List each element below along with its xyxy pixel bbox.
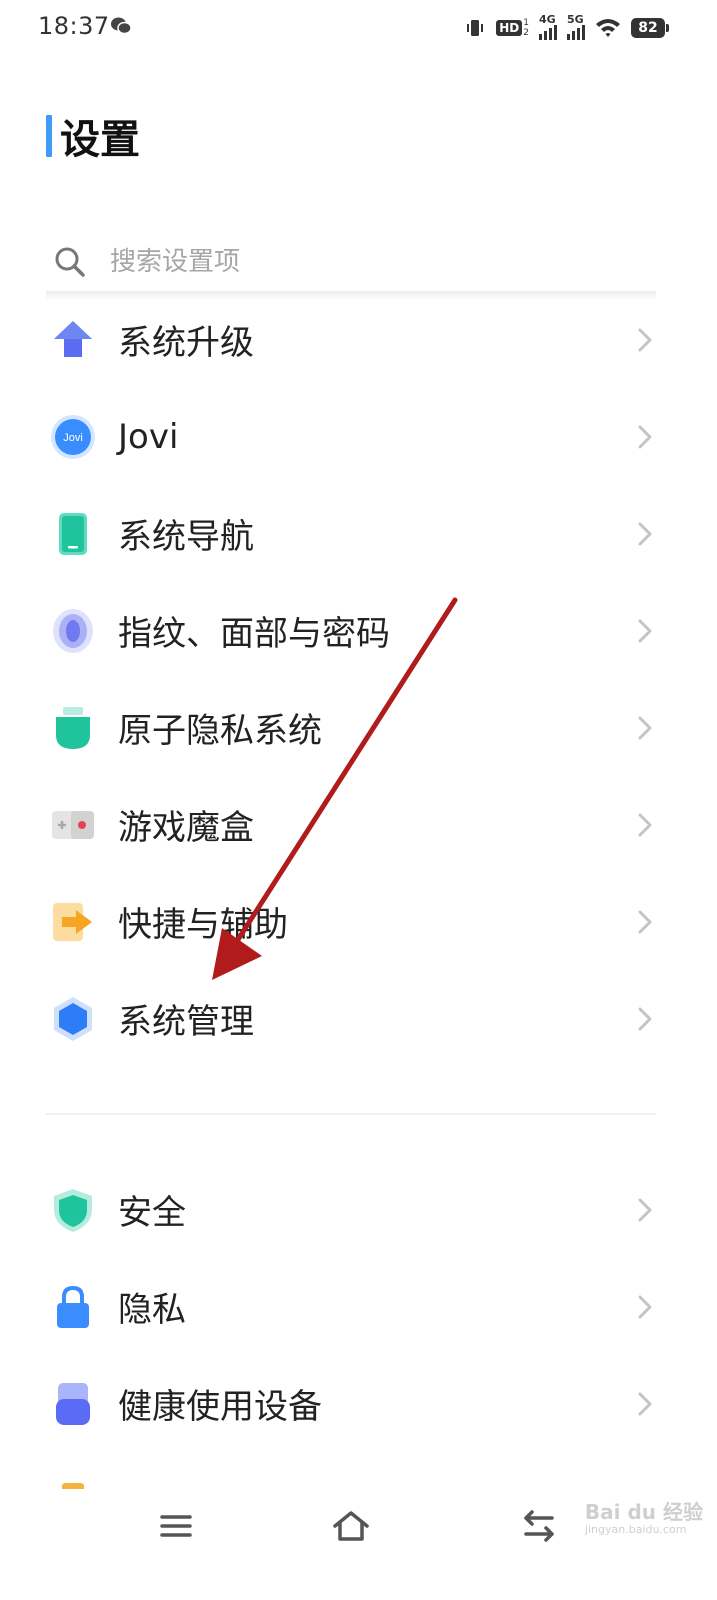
chevron-right-icon <box>638 910 652 933</box>
settings-item-label: 系统管理 <box>118 1002 254 1042</box>
shield-icon <box>50 1187 96 1233</box>
settings-item-label: 安全 <box>118 1193 186 1233</box>
settings-item-atomic-privacy[interactable]: 原子隐私系统 <box>0 679 717 776</box>
search-input[interactable] <box>110 247 590 277</box>
network-4g-label: 4G <box>539 12 556 26</box>
settings-item-label: 隐私 <box>118 1290 186 1330</box>
chevron-right-icon <box>638 1295 652 1318</box>
settings-item-jovi[interactable]: Jovi Jovi <box>0 388 717 485</box>
settings-item-label: 原子隐私系统 <box>118 711 322 751</box>
hexagon-icon <box>50 996 96 1042</box>
chevron-right-icon <box>638 522 652 545</box>
status-bar: 18:37 HD 1 2 4G 5G 82 <box>0 0 717 56</box>
search-icon <box>55 247 85 277</box>
battery-level: 82 <box>638 20 658 36</box>
fingerprint-icon <box>50 608 96 654</box>
hd-sim2: 2 <box>523 28 529 38</box>
chevron-right-icon <box>638 328 652 351</box>
hd-indicator: HD 1 2 <box>496 17 529 39</box>
network-5g-label: 5G <box>567 12 584 26</box>
watermark-brand: Bai du 经验 <box>584 1500 703 1524</box>
shortcut-icon <box>50 899 96 945</box>
privacy-system-icon <box>50 705 96 751</box>
signal-4g: 4G <box>539 13 557 40</box>
game-box-icon <box>50 802 96 848</box>
settings-item-label: 快捷与辅助 <box>118 905 288 945</box>
settings-item-game-box[interactable]: 游戏魔盒 <box>0 776 717 873</box>
settings-item-label: 游戏魔盒 <box>118 808 254 848</box>
chevron-right-icon <box>638 1007 652 1030</box>
chevron-right-icon <box>638 813 652 836</box>
phone-icon <box>50 511 96 557</box>
watermark: Bai du 经验 jingyan.baidu.com <box>585 1496 703 1536</box>
wifi-icon <box>596 19 620 37</box>
settings-item-fingerprint[interactable]: 指纹、面部与密码 <box>0 582 717 679</box>
settings-item-label: 健康使用设备 <box>118 1387 322 1427</box>
signal-5g: 5G <box>567 13 585 40</box>
wechat-icon <box>111 17 132 35</box>
watermark-url: jingyan.baidu.com <box>584 1523 687 1536</box>
settings-item-label: 系统升级 <box>118 323 254 363</box>
settings-item-shortcuts[interactable]: 快捷与辅助 <box>0 873 717 970</box>
settings-item-system-update[interactable]: 系统升级 <box>0 291 717 388</box>
home-icon[interactable] <box>331 1506 371 1546</box>
chevron-right-icon <box>638 619 652 642</box>
settings-item-system-management[interactable]: 系统管理 <box>0 970 717 1067</box>
back-icon[interactable] <box>518 1506 558 1546</box>
settings-item-label: 系统导航 <box>118 517 254 557</box>
menu-icon[interactable] <box>156 1506 196 1546</box>
health-usage-icon <box>50 1381 96 1427</box>
page-header: 设置 <box>46 112 140 163</box>
section-divider <box>46 1113 656 1115</box>
settings-item-healthy-usage[interactable]: 健康使用设备 <box>0 1355 717 1452</box>
jovi-icon: Jovi <box>50 414 96 460</box>
page-title: 设置 <box>60 117 140 163</box>
lock-icon <box>50 1284 96 1330</box>
vibrate-icon <box>467 20 484 36</box>
title-accent-bar <box>46 115 52 157</box>
hd-label: HD <box>496 20 523 36</box>
jovi-icon-text: Jovi <box>63 432 83 444</box>
search-bar[interactable] <box>46 234 656 290</box>
settings-item-system-navigation[interactable]: 系统导航 <box>0 485 717 582</box>
settings-item-privacy[interactable]: 隐私 <box>0 1258 717 1355</box>
arrow-up-icon <box>50 317 96 363</box>
settings-item-label: 指纹、面部与密码 <box>118 614 390 654</box>
status-time: 18:37 <box>38 12 110 40</box>
settings-item-security[interactable]: 安全 <box>0 1161 717 1258</box>
hd-sim1: 1 <box>523 18 529 28</box>
chevron-right-icon <box>638 1198 652 1221</box>
chevron-right-icon <box>638 716 652 739</box>
battery-icon: 82 <box>631 18 669 38</box>
chevron-right-icon <box>638 1392 652 1415</box>
chevron-right-icon <box>638 425 652 448</box>
settings-item-label: Jovi <box>118 416 179 457</box>
